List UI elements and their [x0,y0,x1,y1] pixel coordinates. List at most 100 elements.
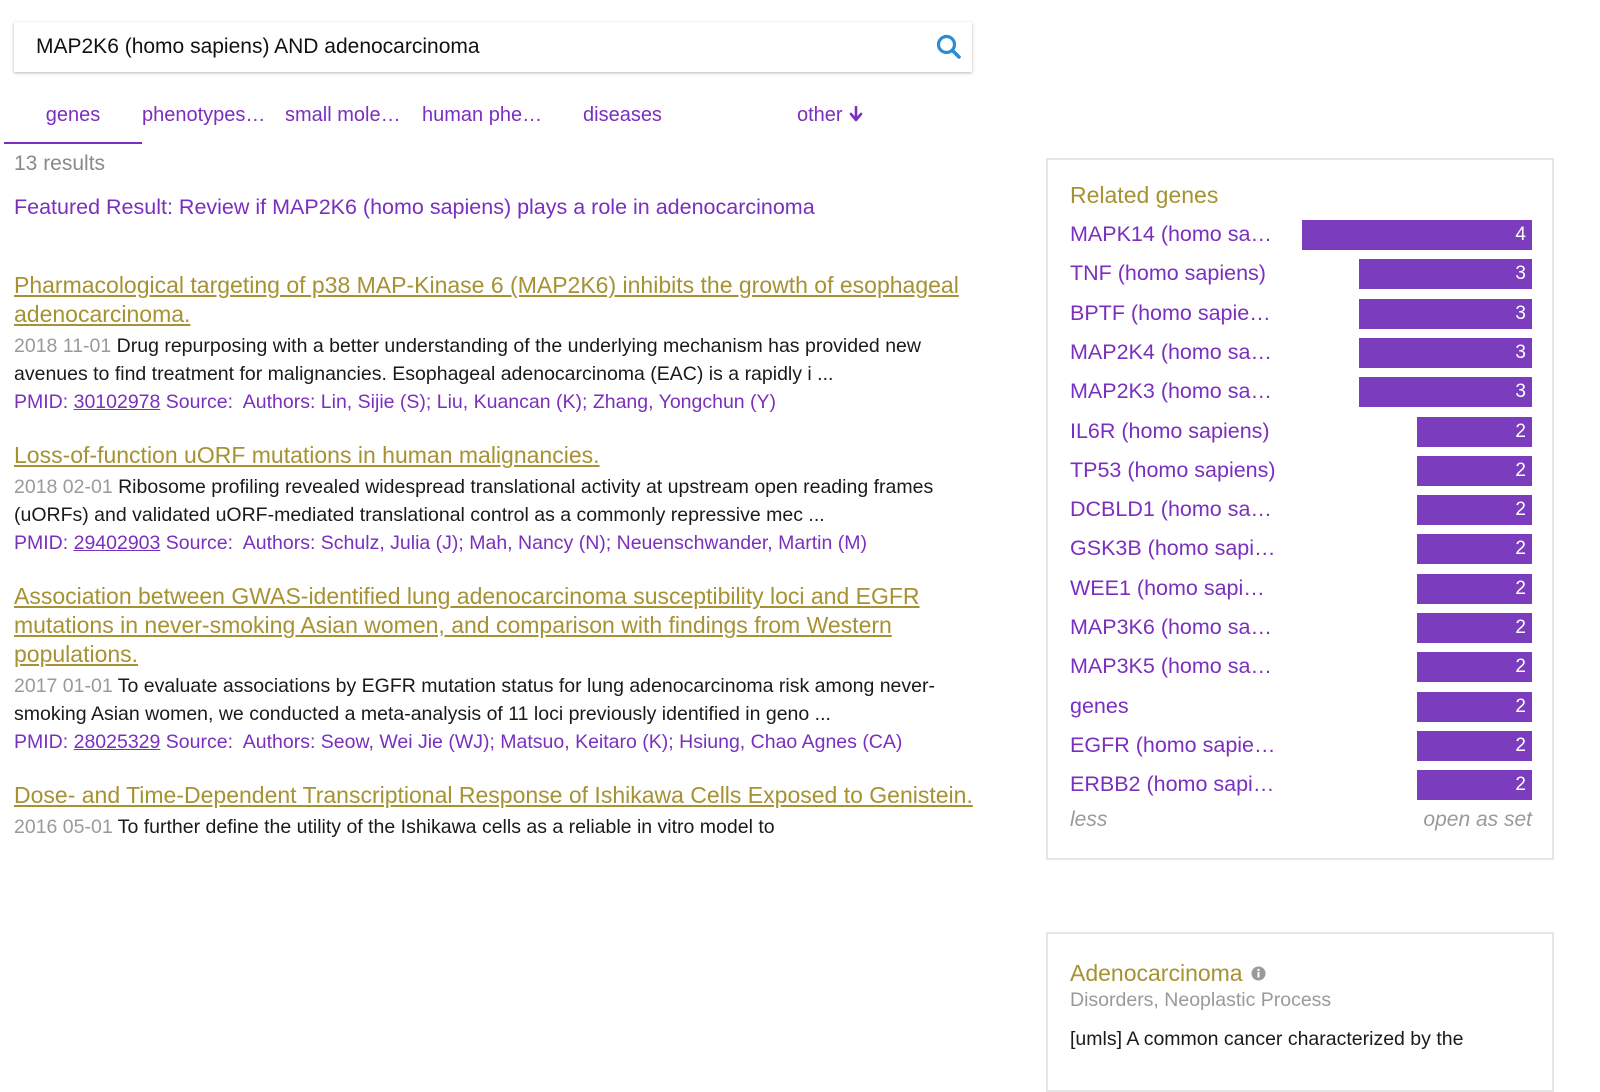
result-abstract: 2016 05-01 To further define the utility… [14,813,976,841]
disease-title-text: Adenocarcinoma [1070,960,1243,986]
source-label: Source: [165,532,233,554]
pmid-label: PMID: [14,391,69,413]
related-gene-row[interactable]: BPTF (homo sapie… 3 [1070,298,1532,330]
search-input[interactable] [14,22,914,72]
related-gene-count-bar: 2 [1417,770,1532,801]
related-gene-name[interactable]: TP53 (homo sapiens) [1070,458,1276,483]
related-gene-row[interactable]: GSK3B (homo sapi… 2 [1070,534,1532,565]
related-gene-count-bar: 2 [1417,691,1532,722]
tab-human-phenotypes[interactable]: human phe… [422,96,542,142]
open-as-set-link[interactable]: open as set [1423,808,1532,832]
pmid-label: PMID: [14,731,69,753]
result-title-link[interactable]: Pharmacological targeting of p38 MAP-Kin… [14,271,976,329]
disease-title: Adenocarcinoma [1070,960,1266,987]
tab-phenotypes[interactable]: phenotypes… [142,96,265,142]
less-link[interactable]: less [1070,808,1107,832]
related-gene-count-bar: 2 [1417,730,1532,761]
related-gene-name[interactable]: MAP3K6 (homo sa… [1070,615,1272,640]
result-meta: PMID: 28025329 Source: Authors: Seow, We… [14,729,976,755]
result-abstract-text: To further define the utility of the Ish… [117,816,775,838]
result-meta: PMID: 29402903 Source: Authors: Schulz, … [14,530,976,556]
source-label: Source: [165,391,233,413]
results-list: Pharmacological targeting of p38 MAP-Kin… [14,271,976,867]
results-count: 13 results [14,152,106,175]
result-abstract-text: Drug repurposing with a better understan… [14,335,921,385]
authors-text: Authors: Schulz, Julia (J); Mah, Nancy (… [242,532,867,554]
related-genes-title: Related genes [1070,182,1219,208]
pmid-link[interactable]: 28025329 [74,731,161,753]
featured-result-link[interactable]: Featured Result: Review if MAP2K6 (homo … [14,195,815,220]
result-title-link[interactable]: Dose- and Time-Dependent Transcriptional… [14,781,976,810]
related-gene-name[interactable]: DCBLD1 (homo sa… [1070,497,1272,522]
related-gene-row[interactable]: MAP3K5 (homo sa… 2 [1070,652,1532,683]
result-abstract: 2018 11-01 Drug repurposing with a bette… [14,332,976,388]
related-gene-name[interactable]: EGFR (homo sapie… [1070,733,1276,758]
related-gene-name[interactable]: GSK3B (homo sapi… [1070,536,1276,561]
result-item: Association between GWAS-identified lung… [14,582,976,755]
related-gene-count-bar: 2 [1417,573,1532,604]
result-title-link[interactable]: Loss-of-function uORF mutations in human… [14,441,976,470]
disease-description: [umls] A common cancer characterized by … [1070,1028,1464,1050]
related-gene-row[interactable]: ERBB2 (homo sapi… 2 [1070,770,1532,801]
arrow-down-icon [849,105,862,122]
related-gene-row[interactable]: MAP2K4 (homo sa… 3 [1070,337,1532,369]
related-gene-row[interactable]: MAP2K3 (homo sa… 3 [1070,377,1532,408]
search-icon [936,34,961,59]
related-gene-name[interactable]: ERBB2 (homo sapi… [1070,772,1274,797]
pmid-link[interactable]: 30102978 [74,391,161,413]
category-tabs: genes phenotypes… small mole… human phe…… [4,96,964,144]
related-gene-count-bar: 3 [1359,259,1532,290]
info-icon[interactable] [1251,966,1266,981]
tab-diseases[interactable]: diseases [583,96,662,142]
related-gene-count-bar: 2 [1417,652,1532,683]
related-gene-row[interactable]: genes 2 [1070,691,1532,723]
result-abstract: 2017 01-01 To evaluate associations by E… [14,672,976,728]
related-gene-row[interactable]: DCBLD1 (homo sa… 2 [1070,495,1532,526]
related-gene-count-bar: 3 [1359,298,1532,329]
related-gene-name[interactable]: MAP3K5 (homo sa… [1070,654,1272,679]
tab-other[interactable]: other [797,96,863,142]
related-gene-count-bar: 2 [1417,534,1532,565]
result-date: 2018 02-01 [14,476,113,498]
related-gene-count-bar: 2 [1417,495,1532,526]
search-button[interactable] [934,32,966,62]
related-gene-name[interactable]: BPTF (homo sapie… [1070,301,1271,326]
related-gene-count-bar: 2 [1417,416,1532,447]
related-gene-count-bar: 4 [1302,220,1532,250]
result-item: Dose- and Time-Dependent Transcriptional… [14,781,976,841]
related-gene-name[interactable]: MAP2K3 (homo sa… [1070,379,1272,404]
related-gene-row[interactable]: WEE1 (homo sapi… 2 [1070,573,1532,605]
result-item: Loss-of-function uORF mutations in human… [14,441,976,556]
result-date: 2018 11-01 [14,335,112,357]
result-meta: PMID: 30102978 Source: Authors: Lin, Sij… [14,389,976,415]
result-abstract-text: To evaluate associations by EGFR mutatio… [14,675,935,725]
related-gene-row[interactable]: EGFR (homo sapie… 2 [1070,730,1532,762]
related-gene-row[interactable]: TP53 (homo sapiens) 2 [1070,455,1532,487]
authors-text: Authors: Seow, Wei Jie (WJ); Matsuo, Kei… [242,731,903,753]
related-gene-count-bar: 2 [1417,613,1532,643]
source-label: Source: [165,731,233,753]
result-title-link[interactable]: Association between GWAS-identified lung… [14,582,976,669]
related-genes-panel: Related genes MAPK14 (homo sa… 4 TNF (homo… [1046,158,1554,860]
related-gene-row[interactable]: MAPK14 (homo sa… 4 [1070,220,1532,251]
pmid-link[interactable]: 29402903 [74,532,161,554]
tab-genes[interactable]: genes [4,96,142,144]
related-gene-count-bar: 3 [1359,377,1532,408]
result-date: 2016 05-01 [14,816,113,838]
related-gene-name[interactable]: TNF (homo sapiens) [1070,261,1266,286]
result-item: Pharmacological targeting of p38 MAP-Kin… [14,271,976,415]
related-gene-name[interactable]: WEE1 (homo sapi… [1070,576,1265,601]
related-gene-name[interactable]: MAPK14 (homo sa… [1070,222,1272,247]
tab-other-label: other [797,104,843,126]
related-gene-row[interactable]: TNF (homo sapiens) 3 [1070,259,1532,290]
disease-category: Disorders, Neoplastic Process [1070,989,1332,1011]
related-gene-row[interactable]: MAP3K6 (homo sa… 2 [1070,613,1532,644]
pmid-label: PMID: [14,532,69,554]
tab-small-molecules[interactable]: small mole… [285,96,401,142]
related-gene-name[interactable]: genes [1070,694,1129,719]
related-gene-count-bar: 2 [1417,455,1532,486]
related-gene-name[interactable]: IL6R (homo sapiens) [1070,419,1270,444]
related-gene-row[interactable]: IL6R (homo sapiens) 2 [1070,416,1532,448]
related-gene-name[interactable]: MAP2K4 (homo sa… [1070,340,1272,365]
result-date: 2017 01-01 [14,675,113,697]
